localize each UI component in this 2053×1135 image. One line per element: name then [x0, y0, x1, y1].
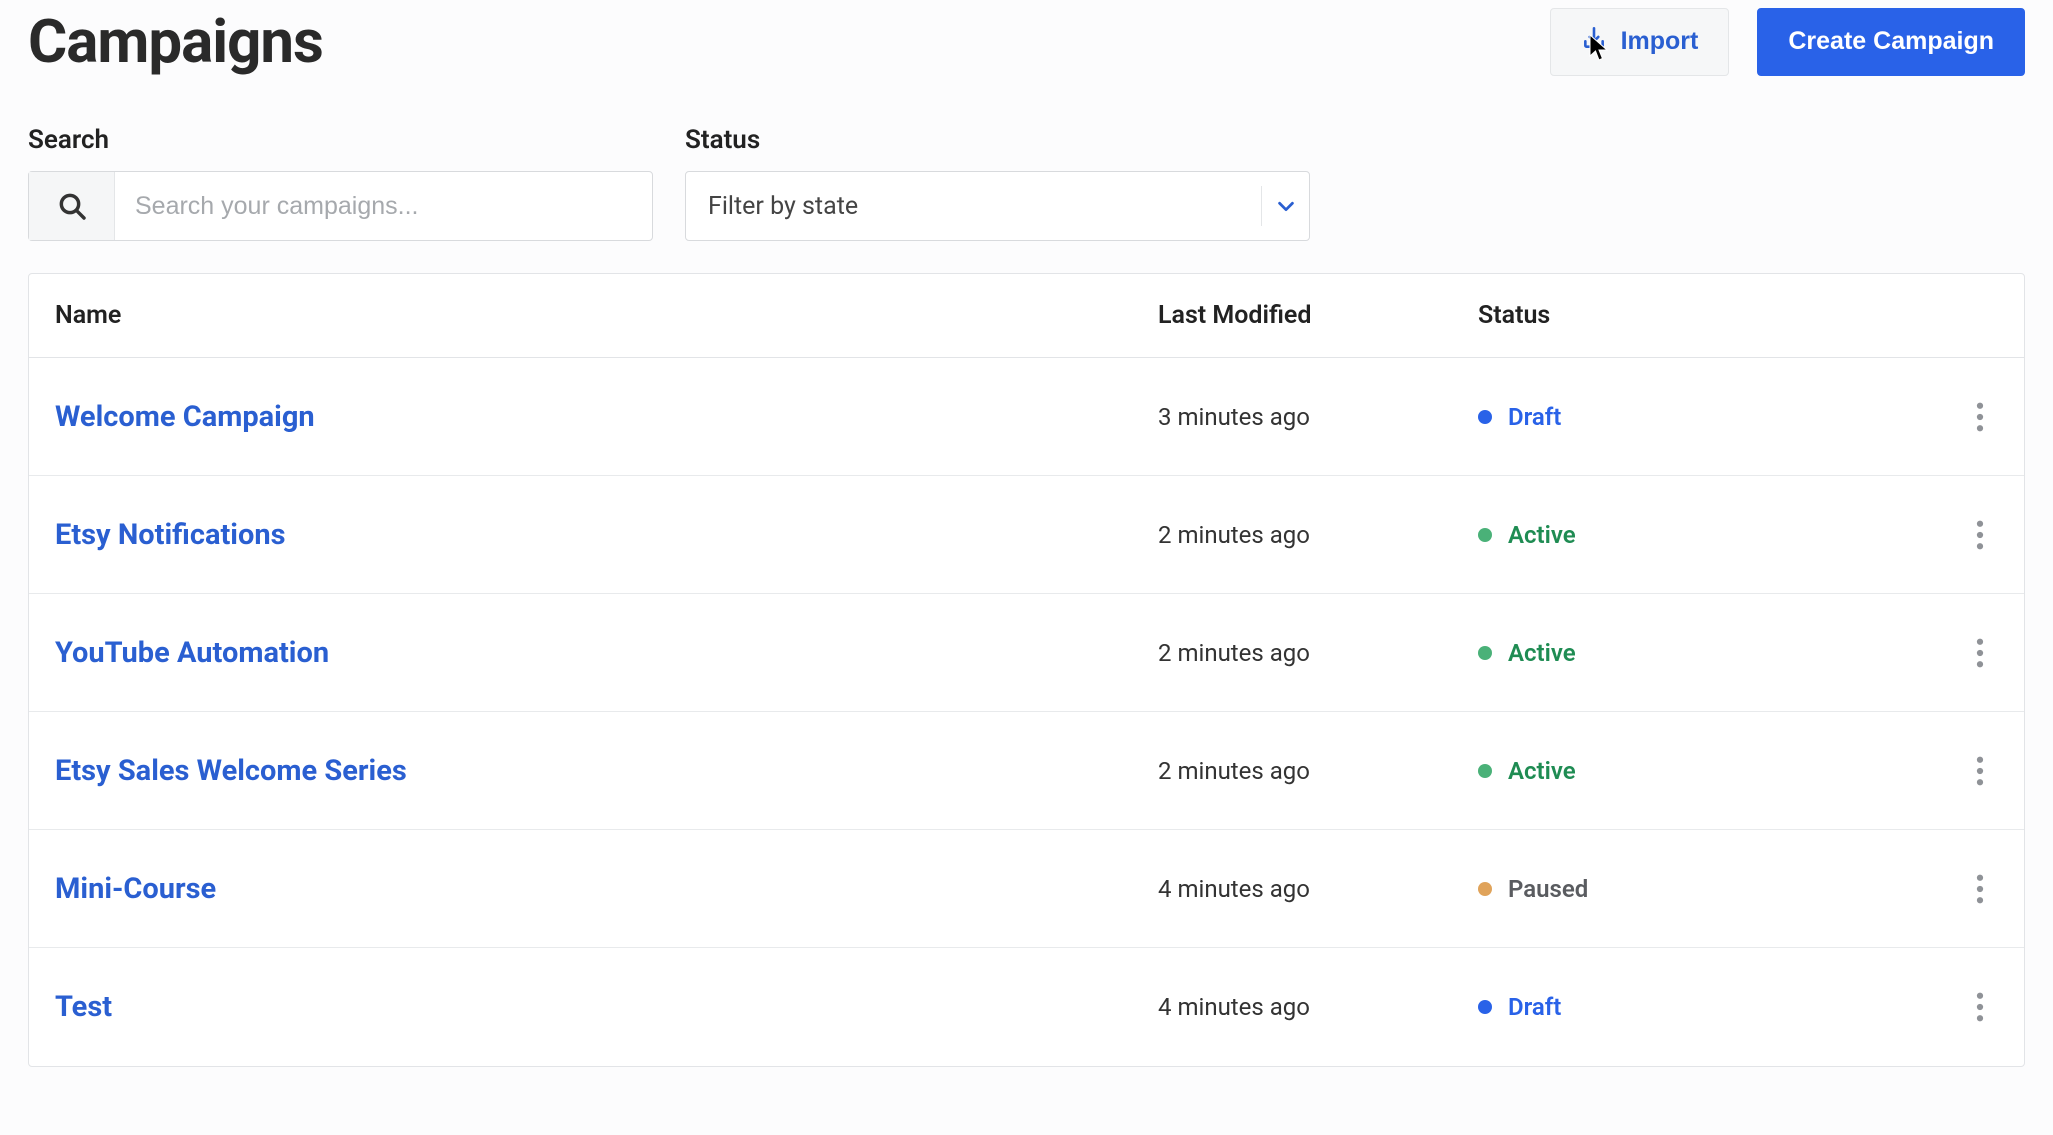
status-badge: Active: [1478, 521, 1898, 549]
col-name: Name: [55, 301, 1158, 330]
campaign-name-link[interactable]: Mini-Course: [55, 872, 1158, 906]
status-badge: Active: [1478, 757, 1898, 785]
status-badge: Draft: [1478, 993, 1898, 1021]
col-last-modified: Last Modified: [1158, 301, 1478, 330]
row-actions-menu[interactable]: [1962, 517, 1998, 553]
table-row: Test4 minutes ago Draft: [29, 948, 2024, 1066]
last-modified: 4 minutes ago: [1158, 993, 1478, 1021]
campaigns-table: Name Last Modified Status Welcome Campai…: [28, 273, 2025, 1067]
search-input[interactable]: [115, 172, 652, 240]
create-campaign-label: Create Campaign: [1788, 27, 1994, 56]
row-actions-menu[interactable]: [1962, 753, 1998, 789]
header-actions: Import Create Campaign: [1550, 8, 2025, 76]
status-badge: Paused: [1478, 875, 1898, 903]
import-button[interactable]: Import: [1550, 8, 1730, 76]
table-header: Name Last Modified Status: [29, 274, 2024, 358]
status-filter-select[interactable]: Filter by state: [685, 171, 1310, 241]
status-badge: Active: [1478, 639, 1898, 667]
page-title: Campaigns: [28, 6, 323, 77]
table-row: YouTube Automation2 minutes ago Active: [29, 594, 2024, 712]
status-text: Active: [1508, 639, 1576, 667]
last-modified: 2 minutes ago: [1158, 639, 1478, 667]
last-modified: 4 minutes ago: [1158, 875, 1478, 903]
status-dot-icon: [1478, 410, 1492, 424]
chevron-down-icon: [1261, 186, 1309, 225]
status-badge: Draft: [1478, 403, 1898, 431]
row-actions-menu[interactable]: [1962, 989, 1998, 1025]
row-actions-menu[interactable]: [1962, 399, 1998, 435]
last-modified: 2 minutes ago: [1158, 757, 1478, 785]
create-campaign-button[interactable]: Create Campaign: [1757, 8, 2025, 76]
status-dot-icon: [1478, 1000, 1492, 1014]
search-icon: [29, 172, 115, 240]
status-dot-icon: [1478, 882, 1492, 896]
status-text: Paused: [1508, 875, 1588, 903]
search-label: Search: [28, 125, 653, 155]
last-modified: 2 minutes ago: [1158, 521, 1478, 549]
table-row: Welcome Campaign3 minutes ago Draft: [29, 358, 2024, 476]
table-row: Etsy Notifications2 minutes ago Active: [29, 476, 2024, 594]
last-modified: 3 minutes ago: [1158, 403, 1478, 431]
status-text: Active: [1508, 521, 1576, 549]
campaign-name-link[interactable]: Etsy Sales Welcome Series: [55, 754, 1158, 788]
table-row: Mini-Course4 minutes ago Paused: [29, 830, 2024, 948]
status-filter-value: Filter by state: [686, 192, 1261, 221]
import-label: Import: [1621, 27, 1699, 56]
col-status: Status: [1478, 301, 1898, 330]
campaign-name-link[interactable]: YouTube Automation: [55, 636, 1158, 670]
status-dot-icon: [1478, 764, 1492, 778]
status-dot-icon: [1478, 646, 1492, 660]
status-text: Draft: [1508, 993, 1561, 1021]
import-icon: [1581, 25, 1607, 58]
status-filter-label: Status: [685, 125, 1310, 155]
row-actions-menu[interactable]: [1962, 871, 1998, 907]
campaign-name-link[interactable]: Etsy Notifications: [55, 518, 1158, 552]
table-row: Etsy Sales Welcome Series2 minutes ago Ac…: [29, 712, 2024, 830]
status-text: Draft: [1508, 403, 1561, 431]
status-dot-icon: [1478, 528, 1492, 542]
search-wrap: [28, 171, 653, 241]
campaign-name-link[interactable]: Welcome Campaign: [55, 400, 1158, 434]
status-text: Active: [1508, 757, 1576, 785]
row-actions-menu[interactable]: [1962, 635, 1998, 671]
campaign-name-link[interactable]: Test: [55, 990, 1158, 1024]
